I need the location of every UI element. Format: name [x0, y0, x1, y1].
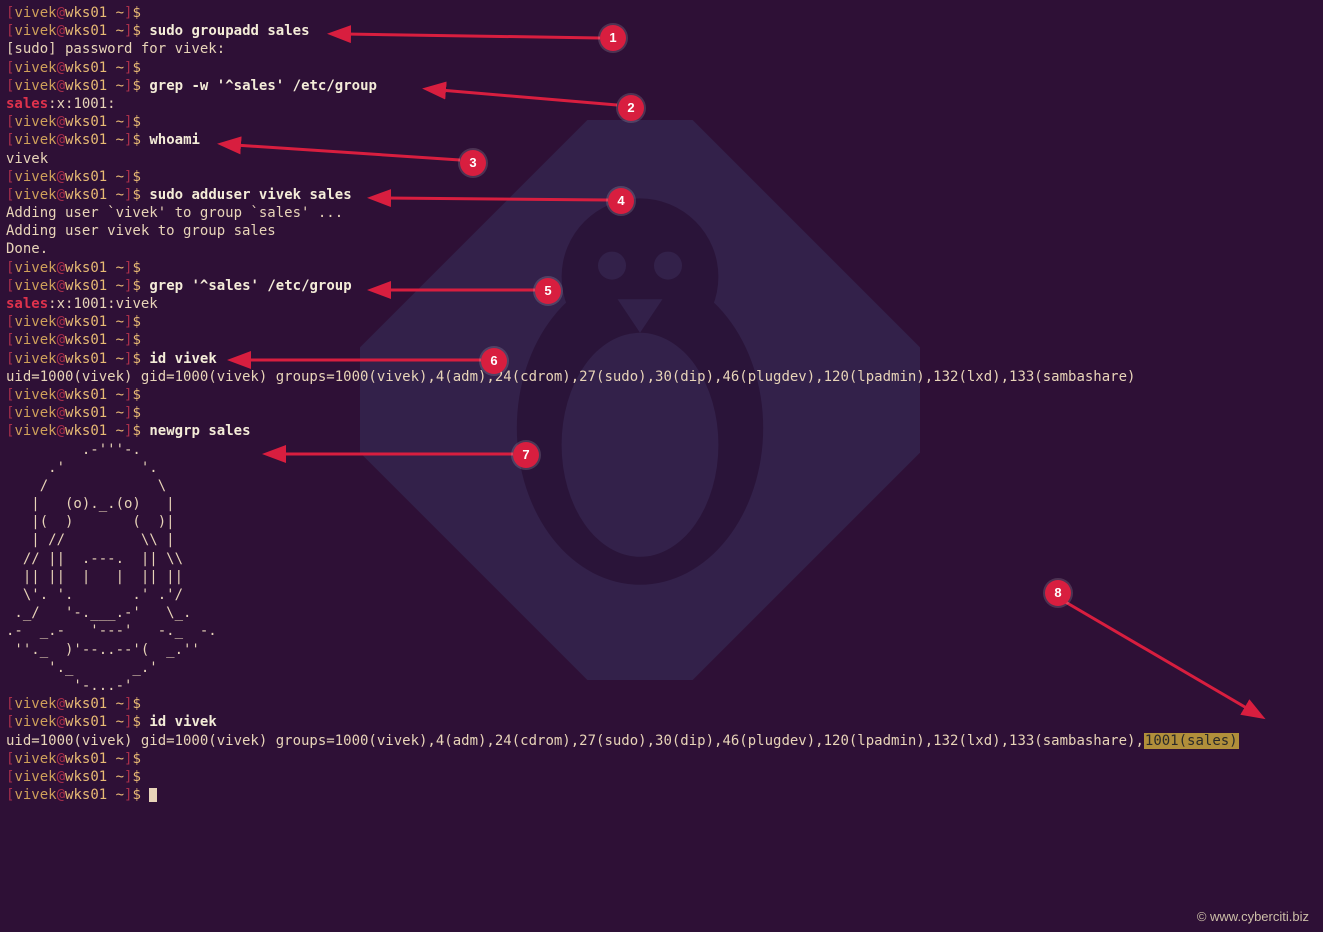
output-grep2: sales:x:1001:vivek	[6, 295, 1317, 313]
prompt-line: [vivek@wks01 ~]$	[6, 4, 1317, 22]
prompt-line: [vivek@wks01 ~]$	[6, 404, 1317, 422]
cmd-newgrp: [vivek@wks01 ~]$ newgrp sales	[6, 422, 1317, 440]
terminal-output: [vivek@wks01 ~]$ [vivek@wks01 ~]$ sudo g…	[0, 0, 1323, 808]
output-sudo-prompt: [sudo] password for vivek:	[6, 40, 1317, 58]
terminal-cursor	[149, 788, 157, 802]
prompt-line: [vivek@wks01 ~]$	[6, 313, 1317, 331]
output-whoami: vivek	[6, 150, 1317, 168]
prompt-line: [vivek@wks01 ~]$	[6, 768, 1317, 786]
output-adduser2: Adding user vivek to group sales	[6, 222, 1317, 240]
prompt-line: [vivek@wks01 ~]$	[6, 59, 1317, 77]
prompt-cursor-line[interactable]: [vivek@wks01 ~]$	[6, 786, 1317, 804]
prompt-line: [vivek@wks01 ~]$	[6, 331, 1317, 349]
prompt-line: [vivek@wks01 ~]$	[6, 259, 1317, 277]
ascii-art-tux: .-'''-. .' '. / \ | (o)._.(o) | |( ) ( )…	[6, 441, 1317, 696]
output-adduser3: Done.	[6, 240, 1317, 258]
cmd-adduser: [vivek@wks01 ~]$ sudo adduser vivek sale…	[6, 186, 1317, 204]
footer-credit: © www.cyberciti.biz	[1197, 909, 1309, 926]
output-grep1: sales:x:1001:	[6, 95, 1317, 113]
cmd-grep-w: [vivek@wks01 ~]$ grep -w '^sales' /etc/g…	[6, 77, 1317, 95]
cmd-grep: [vivek@wks01 ~]$ grep '^sales' /etc/grou…	[6, 277, 1317, 295]
output-adduser1: Adding user `vivek' to group `sales' ...	[6, 204, 1317, 222]
prompt-line: [vivek@wks01 ~]$	[6, 695, 1317, 713]
cmd-id: [vivek@wks01 ~]$ id vivek	[6, 350, 1317, 368]
output-id1: uid=1000(vivek) gid=1000(vivek) groups=1…	[6, 368, 1317, 386]
prompt-line: [vivek@wks01 ~]$	[6, 750, 1317, 768]
cmd-id2: [vivek@wks01 ~]$ id vivek	[6, 713, 1317, 731]
output-id2: uid=1000(vivek) gid=1000(vivek) groups=1…	[6, 732, 1317, 750]
prompt-line: [vivek@wks01 ~]$	[6, 113, 1317, 131]
prompt-line: [vivek@wks01 ~]$	[6, 168, 1317, 186]
highlight-sales-group: 1001(sales)	[1144, 733, 1239, 749]
cmd-groupadd: [vivek@wks01 ~]$ sudo groupadd sales	[6, 22, 1317, 40]
prompt-line: [vivek@wks01 ~]$	[6, 386, 1317, 404]
cmd-whoami: [vivek@wks01 ~]$ whoami	[6, 131, 1317, 149]
